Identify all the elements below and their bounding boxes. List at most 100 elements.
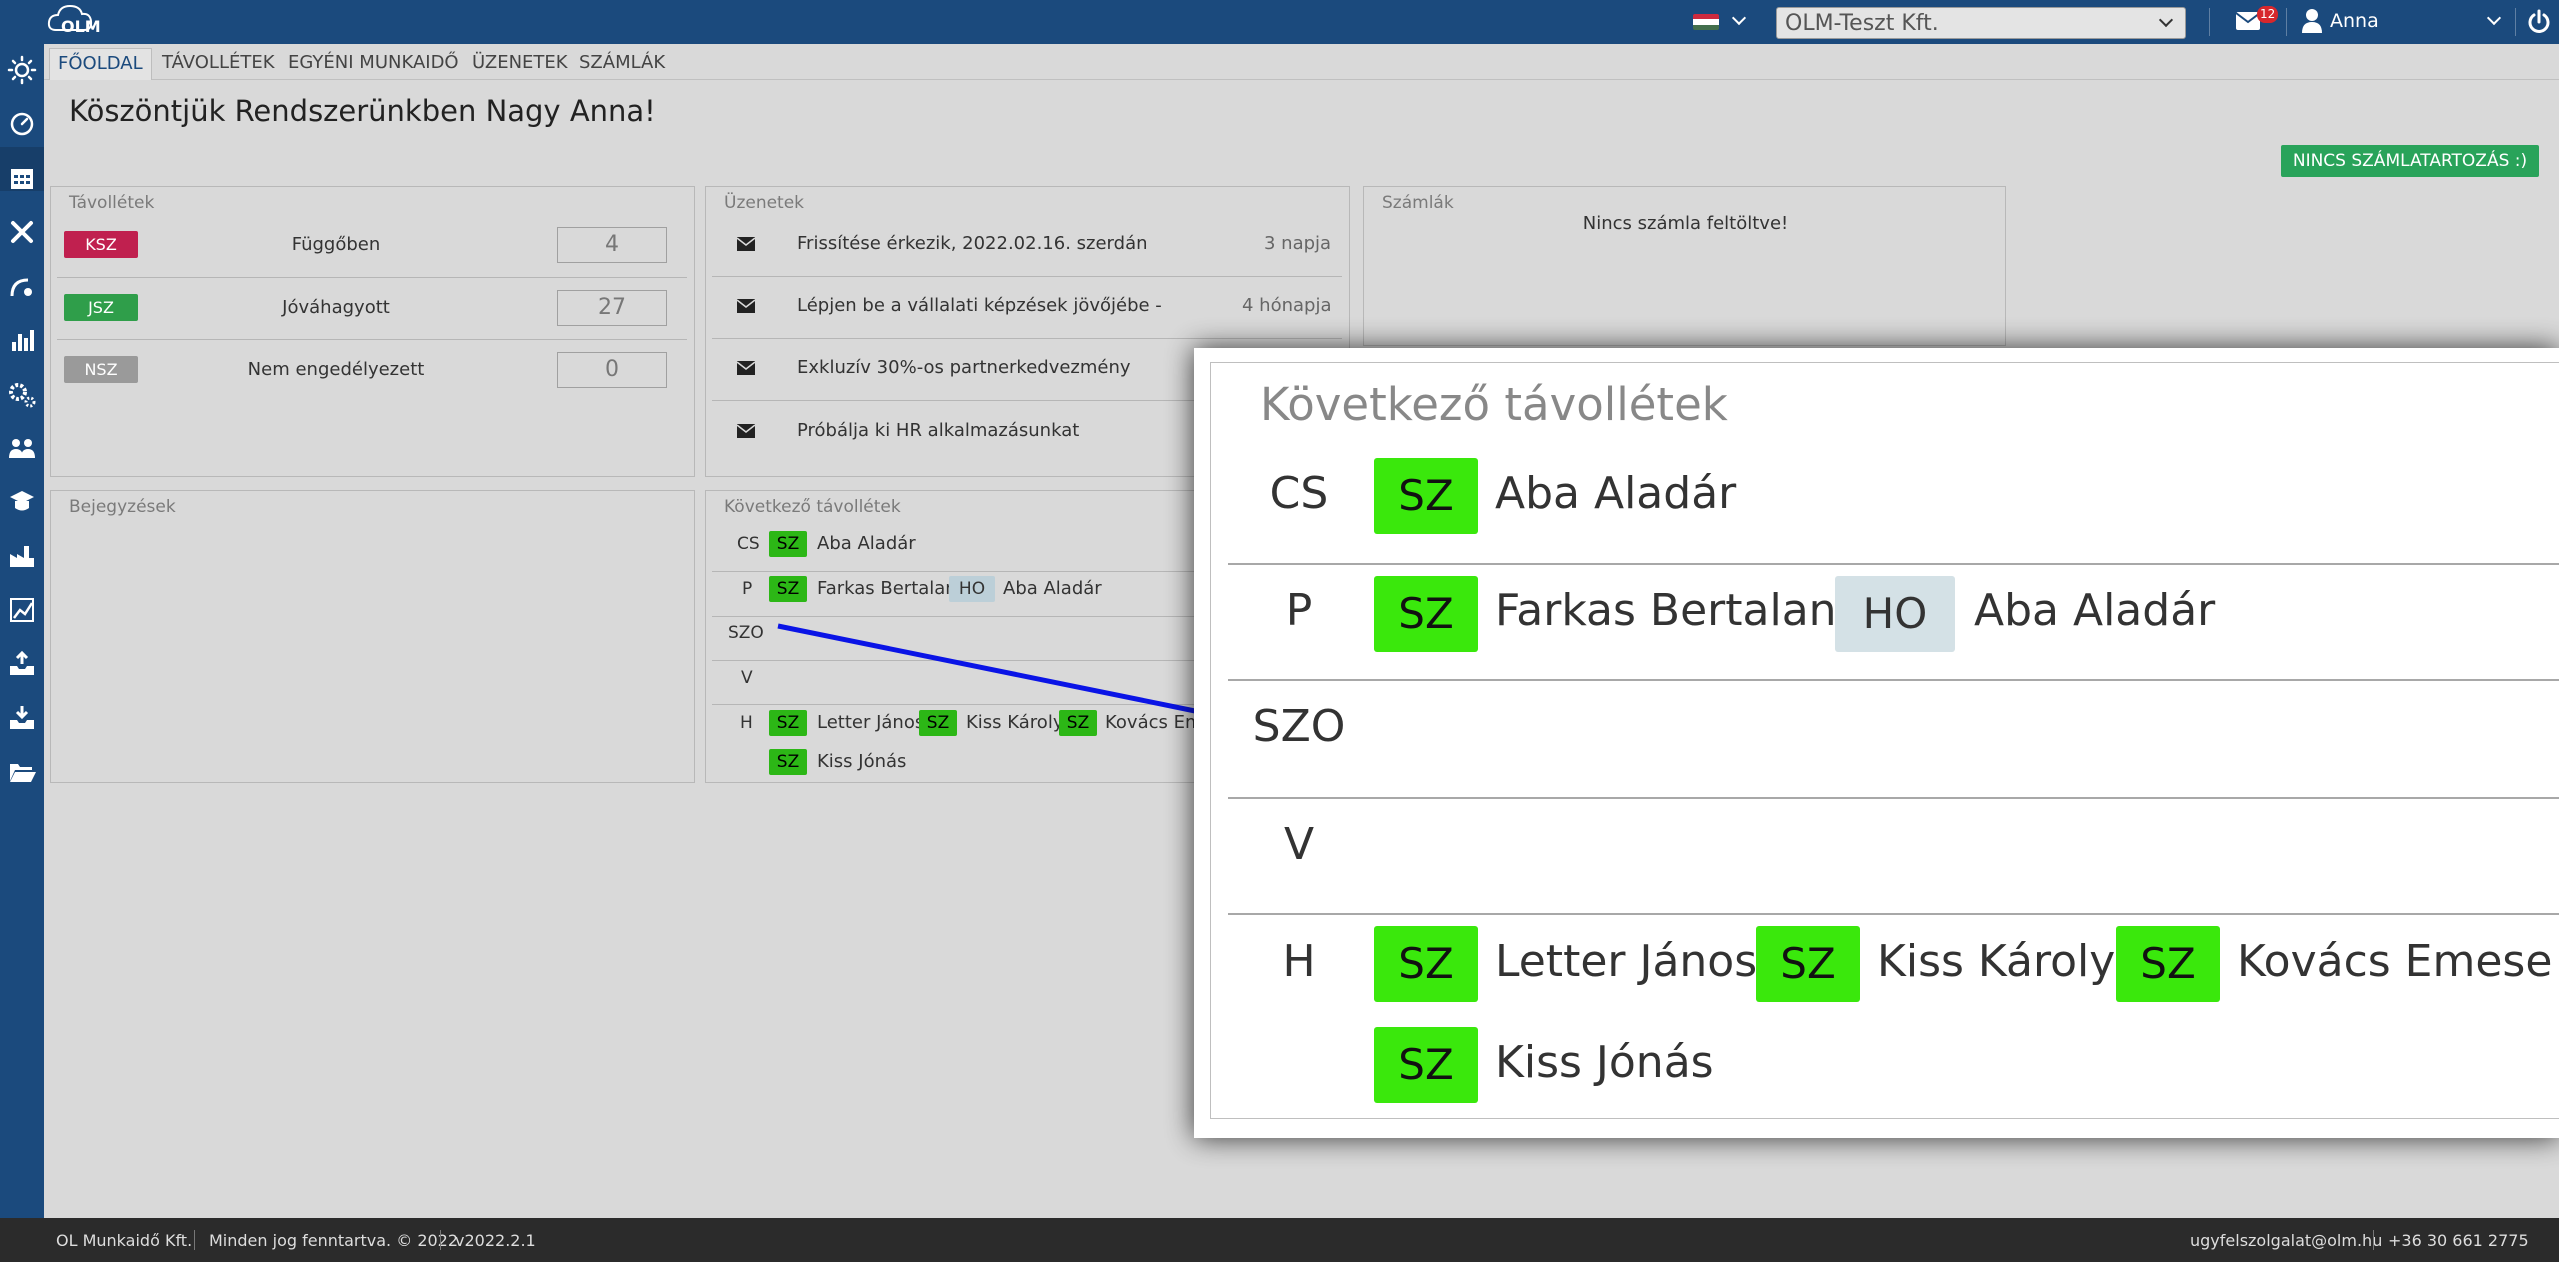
message-item[interactable]: Frissítése érkezik, 2022.02.16. szerdán	[797, 233, 1148, 254]
absence-type-badge: SZ	[1756, 926, 1860, 1002]
absence-type-badge: HO	[949, 576, 995, 602]
tab-invoices[interactable]: SZÁMLÁK	[571, 48, 673, 80]
day-label: H	[740, 713, 753, 733]
pending-count[interactable]: 4	[557, 227, 667, 263]
absence-type-badge: SZ	[1374, 926, 1478, 1002]
message-item[interactable]: Exkluzív 30%-os partnerkedvezmény	[797, 357, 1131, 378]
graduate-icon[interactable]	[6, 486, 38, 518]
support-email-link[interactable]: ugyfelszolgalat@olm.hu	[2190, 1231, 2382, 1250]
panel-title: Bejegyzések	[69, 497, 176, 517]
gears-icon[interactable]	[6, 378, 38, 410]
employee-name[interactable]: Kiss Károly	[966, 712, 1063, 733]
envelope-icon	[737, 299, 755, 313]
divider	[712, 338, 1342, 339]
calendar-icon[interactable]	[6, 162, 38, 194]
language-chevron-down-icon[interactable]	[1731, 10, 1747, 26]
tab-home[interactable]: FŐOLDAL	[49, 48, 152, 80]
tab-messages[interactable]: ÜZENETEK	[464, 48, 576, 80]
message-time: 4 hónapja	[1242, 295, 1332, 316]
user-menu-name[interactable]: Anna	[2330, 10, 2379, 32]
divider	[712, 276, 1342, 277]
power-icon[interactable]	[2526, 9, 2552, 35]
top-bar: OLM OLM-Teszt Kft. 12 Anna	[0, 0, 2559, 44]
employee-name[interactable]: Kovács Emese	[2237, 936, 2552, 987]
user-icon[interactable]	[2302, 8, 2322, 34]
users-icon[interactable]	[6, 432, 38, 464]
status-badge-nsz: NSZ	[64, 356, 138, 383]
satellite-icon[interactable]	[6, 270, 38, 302]
rejected-count[interactable]: 0	[557, 352, 667, 388]
absence-type-badge: SZ	[919, 710, 957, 736]
divider	[2209, 8, 2210, 36]
day-label: V	[1283, 819, 1315, 870]
dashboard-icon[interactable]	[6, 108, 38, 140]
absence-type-badge: SZ	[1374, 458, 1478, 534]
employee-name[interactable]: Aba Aladár	[817, 533, 916, 554]
absence-type-badge: SZ	[2116, 926, 2220, 1002]
employee-name[interactable]: Kiss Károly	[1877, 936, 2115, 987]
employee-name[interactable]: Kiss Jónás	[817, 751, 906, 772]
divider	[1228, 563, 2559, 565]
employee-name[interactable]: Aba Aladár	[1003, 578, 1102, 599]
page-title: Köszöntjük Rendszerünkben Nagy Anna!	[69, 94, 656, 128]
employee-name[interactable]: Farkas Bertalan	[817, 578, 957, 599]
user-menu-chevron-down-icon[interactable]	[2486, 10, 2502, 26]
divider	[1228, 913, 2559, 915]
inbox-upload-icon[interactable]	[6, 648, 38, 680]
day-label: CS	[1269, 468, 1329, 519]
employee-name[interactable]: Letter János	[817, 712, 924, 733]
status-badge-ksz: KSZ	[64, 231, 138, 258]
message-item[interactable]: Lépjen be a vállalati képzések jövőjébe …	[797, 295, 1162, 316]
support-phone[interactable]: +36 30 661 2775	[2388, 1231, 2529, 1250]
invoices-panel: Számlák Nincs számla feltöltve!	[1363, 186, 2006, 346]
day-label: P	[742, 579, 753, 599]
sidebar	[0, 44, 44, 1218]
mail-count-badge: 12	[2257, 6, 2279, 23]
envelope-icon	[737, 237, 755, 251]
divider	[1228, 679, 2559, 681]
message-time: 3 napja	[1264, 233, 1332, 254]
employee-name[interactable]: Letter János	[1495, 936, 1757, 987]
zoom-panel-title: Következő távollétek	[1260, 378, 1728, 431]
tools-icon[interactable]	[6, 216, 38, 248]
inbox-download-icon[interactable]	[6, 702, 38, 734]
entries-panel: Bejegyzések	[50, 490, 695, 783]
panel-title: Távollétek	[69, 193, 155, 213]
day-label: H	[1282, 936, 1316, 987]
envelope-icon	[737, 424, 755, 438]
employee-name[interactable]: Kiss Jónás	[1495, 1037, 1714, 1088]
divider	[440, 1230, 441, 1250]
day-label: P	[1285, 585, 1313, 636]
hungarian-flag-icon[interactable]	[1693, 14, 1719, 30]
chevron-down-icon	[2158, 12, 2174, 28]
status-badge-jsz: JSZ	[64, 294, 138, 321]
no-invoices-text: Nincs számla feltöltve!	[1582, 213, 1789, 234]
approved-count[interactable]: 27	[557, 290, 667, 326]
tab-personal-worktime[interactable]: EGYÉNI MUNKAIDŐ	[280, 48, 467, 80]
zoom-callout: Következő távollétek CS SZ Aba Aladár P …	[1194, 348, 2559, 1138]
no-debt-button[interactable]: NINCS SZÁMLATARTOZÁS :)	[2281, 145, 2539, 177]
bar-chart-icon[interactable]	[6, 324, 38, 356]
absence-type-badge: SZ	[769, 710, 807, 736]
tab-absences[interactable]: TÁVOLLÉTEK	[154, 48, 283, 80]
employee-name[interactable]: Aba Aladár	[1974, 585, 2215, 636]
company-select[interactable]: OLM-Teszt Kft.	[1776, 7, 2186, 39]
footer: OL Munkaidő Kft. Minden jog fenntartva. …	[0, 1218, 2559, 1262]
employee-name[interactable]: Aba Aladár	[1495, 468, 1736, 519]
absence-type-badge: SZ	[1374, 576, 1478, 652]
divider	[194, 1230, 195, 1250]
grid-chart-icon[interactable]	[6, 594, 38, 626]
divider	[57, 277, 687, 278]
absence-type-badge: SZ	[1374, 1027, 1478, 1103]
absences-panel: Távollétek KSZ Függőben 4 JSZ Jóváhagyot…	[50, 186, 695, 477]
sun-icon[interactable]	[6, 54, 38, 86]
absence-type-badge: SZ	[769, 531, 807, 557]
day-label: CS	[737, 534, 760, 554]
factory-icon[interactable]	[6, 540, 38, 572]
employee-name[interactable]: Farkas Bertalan	[1495, 585, 1837, 636]
absence-type-badge: HO	[1835, 576, 1955, 652]
folder-open-icon[interactable]	[6, 756, 38, 788]
absence-type-badge: SZ	[769, 749, 807, 775]
employee-name[interactable]: Kovács Em	[1105, 712, 1203, 733]
message-item[interactable]: Próbálja ki HR alkalmazásunkat	[797, 420, 1079, 441]
